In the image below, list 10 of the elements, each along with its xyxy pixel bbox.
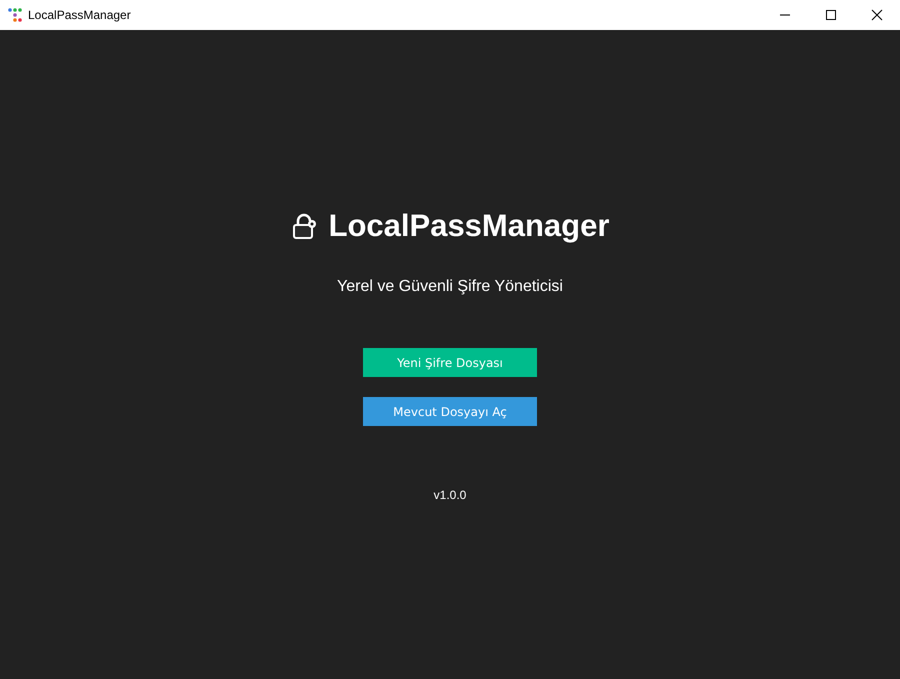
- app-heading: LocalPassManager: [328, 208, 610, 244]
- padlock-icon: [290, 212, 319, 240]
- maximize-icon[interactable]: [825, 9, 837, 21]
- action-button[interactable]: Yeni Şifre Dosyası: [363, 348, 537, 377]
- window-title: LocalPassManager: [28, 8, 131, 22]
- action-button[interactable]: Mevcut Dosyayı Aç: [363, 397, 537, 426]
- version-label: v1.0.0: [434, 488, 466, 502]
- subtitle: Yerel ve Güvenli Şifre Yöneticisi: [337, 278, 563, 296]
- app-icon: [8, 8, 22, 22]
- close-icon[interactable]: [871, 9, 883, 21]
